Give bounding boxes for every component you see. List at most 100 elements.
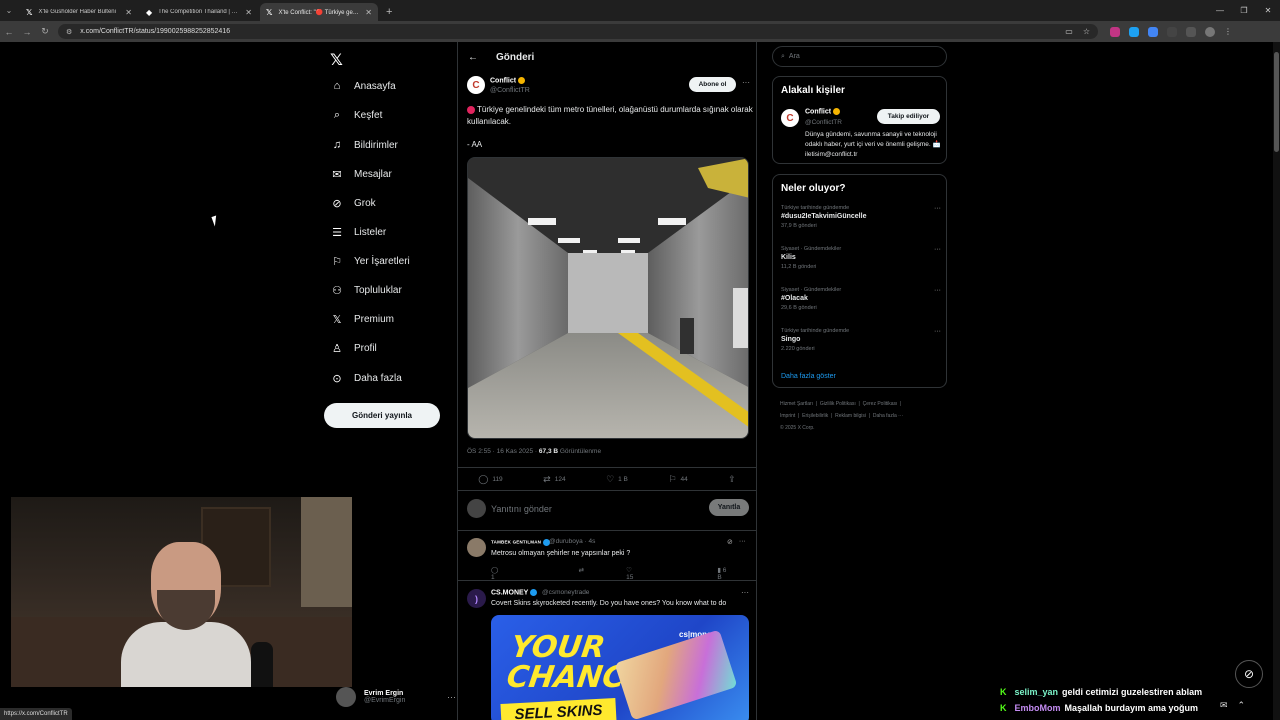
- nav-item-profile[interactable]: ♙ Profil: [330, 342, 377, 355]
- more-dots-icon[interactable]: ···: [739, 538, 746, 546]
- post-button[interactable]: Gönderi yayınla: [324, 403, 440, 428]
- browser-tab-active[interactable]: 𝕏 X'te Conflict: "🔴 Türkiye geneli... ✕: [260, 3, 378, 21]
- kick-logo-icon: K: [1000, 687, 1007, 697]
- more-dots-icon[interactable]: ···: [447, 692, 456, 702]
- promoted-post[interactable]: ) CS.MONEY @csmoneytrade ··· Covert Skin…: [458, 582, 756, 720]
- grok-floating-button[interactable]: ⊘: [1235, 660, 1263, 688]
- reply-post[interactable]: TAMBEK GENTILMAN @duruboya · 4s ⊘ ··· Me…: [458, 531, 756, 581]
- footer-link[interactable]: Çerez Politikası: [863, 401, 898, 407]
- author-name[interactable]: Conflict: [805, 108, 841, 115]
- x-logo-icon: 𝕏: [332, 314, 342, 326]
- like-action[interactable]: ♡ 15: [626, 566, 675, 581]
- tab-close-icon[interactable]: ✕: [245, 8, 252, 17]
- nav-item-more[interactable]: ⊙ Daha fazla: [330, 372, 401, 385]
- site-info-icon[interactable]: ⚙: [66, 28, 72, 36]
- extension-icon[interactable]: [1148, 26, 1158, 37]
- avatar[interactable]: [467, 538, 486, 557]
- chevron-up-icon[interactable]: ⌃: [1238, 700, 1246, 711]
- more-dots-icon[interactable]: ···: [741, 588, 749, 597]
- nav-item-grok[interactable]: ⊘ Grok: [330, 197, 375, 210]
- retweet-action[interactable]: ⇄ 124: [543, 474, 565, 485]
- footer-link[interactable]: Daha fazla ···: [873, 413, 903, 419]
- author-name[interactable]: CS.MONEY: [491, 589, 538, 596]
- conflict-avatar[interactable]: C: [467, 76, 485, 94]
- trend-item[interactable]: Türkiye tarihinde gündemde #dusu2IeTakvi…: [781, 205, 941, 229]
- forward-arrow-icon[interactable]: →: [18, 27, 36, 37]
- footer-link[interactable]: Hizmet Şartları: [780, 401, 813, 407]
- address-bar[interactable]: ⚙ x.com/ConflictTR/status/19900259882528…: [58, 24, 1098, 39]
- nav-item-lists[interactable]: ☰ Listeler: [330, 226, 386, 239]
- browser-tab[interactable]: 𝕏 X'te Gusholder Haber Bülteni ✕: [20, 3, 138, 21]
- nav-item-home[interactable]: ⌂ Anasayfa: [330, 80, 396, 92]
- author-name[interactable]: Conflict: [490, 77, 526, 84]
- nav-item-explore[interactable]: ⌕ Keşfet: [330, 109, 382, 122]
- extension-icon[interactable]: [1110, 26, 1120, 37]
- reload-icon[interactable]: ↻: [36, 26, 54, 37]
- x-favicon-icon: 𝕏: [26, 7, 33, 17]
- puzzle-icon[interactable]: [1186, 26, 1196, 37]
- x-logo-icon[interactable]: 𝕏: [330, 50, 343, 70]
- following-button[interactable]: Takip ediliyor: [877, 109, 940, 124]
- more-dots-icon[interactable]: ···: [934, 205, 941, 212]
- views-action[interactable]: ▮ 6 B: [717, 566, 756, 581]
- new-tab-icon[interactable]: +: [386, 3, 392, 21]
- ad-image[interactable]: YOUR CHANCE cs|money SELL SKINS: [491, 615, 749, 720]
- extension-icon[interactable]: [1167, 26, 1177, 37]
- tab-close-icon[interactable]: ✕: [365, 8, 372, 17]
- tweet-time[interactable]: ÖS 2:55 · 16 Kas 2025 ·: [467, 448, 539, 455]
- footer-link[interactable]: Erişilebilirlik: [802, 413, 828, 419]
- author-handle[interactable]: @duruboya · 4s: [549, 538, 595, 545]
- share-action[interactable]: ⇪: [728, 474, 736, 485]
- maximize-icon[interactable]: ❐: [1232, 0, 1256, 21]
- reply-action[interactable]: ◯ 119: [478, 474, 502, 485]
- tab-search-icon[interactable]: ⌄: [0, 0, 18, 21]
- kebab-menu-icon[interactable]: ⋮: [1224, 27, 1234, 37]
- author-handle[interactable]: @ConflictTR: [490, 87, 530, 94]
- more-dots-icon[interactable]: ···: [742, 78, 750, 87]
- more-dots-icon[interactable]: ···: [934, 328, 941, 335]
- back-arrow-icon[interactable]: ←: [468, 52, 478, 63]
- more-dots-icon[interactable]: ···: [934, 287, 941, 294]
- scrollbar-thumb[interactable]: [1274, 52, 1279, 152]
- nav-item-messages[interactable]: ✉ Mesajlar: [330, 168, 391, 181]
- grok-icon[interactable]: ⊘: [727, 538, 733, 546]
- install-app-icon[interactable]: ▭: [1065, 27, 1073, 36]
- csmoney-avatar[interactable]: ): [467, 589, 486, 608]
- show-more-link[interactable]: Daha fazla göster: [781, 373, 836, 380]
- retweet-action[interactable]: ⇄: [579, 566, 584, 581]
- bookmark-action[interactable]: ⚐ 44: [668, 474, 687, 485]
- author-handle[interactable]: @ConflictTR: [805, 119, 842, 126]
- footer-link[interactable]: Gizlilik Politikası: [820, 401, 856, 407]
- more-dots-icon[interactable]: ···: [934, 246, 941, 253]
- back-arrow-icon[interactable]: ←: [0, 27, 18, 37]
- trend-item[interactable]: Siyaset · Gündemdekiler Kilis 11,2 B gön…: [781, 246, 941, 270]
- account-switcher[interactable]: Evrim Ergin @EvrimErgin ···: [336, 682, 456, 712]
- conflict-avatar[interactable]: C: [781, 109, 799, 127]
- extension-icon[interactable]: [1129, 26, 1139, 37]
- reply-input[interactable]: Yanıtını gönder: [491, 504, 552, 514]
- author-name[interactable]: TAMBEK GENTILMAN: [491, 539, 551, 546]
- author-handle[interactable]: @csmoneytrade: [542, 589, 589, 596]
- like-action[interactable]: ♡ 1 B: [606, 474, 628, 485]
- nav-item-premium[interactable]: 𝕏 Premium: [330, 313, 394, 326]
- subscribe-button[interactable]: Abone ol: [689, 77, 736, 92]
- nav-item-communities[interactable]: ⚇ Topluluklar: [330, 284, 402, 297]
- search-input[interactable]: ⌕ Ara: [772, 46, 947, 67]
- reply-action[interactable]: ◯ 1: [491, 566, 537, 581]
- minimize-icon[interactable]: —: [1208, 0, 1232, 21]
- nav-item-bookmarks[interactable]: ⚐ Yer İşaretleri: [330, 255, 410, 268]
- trend-item[interactable]: Türkiye tarihinde gündemde Singo 2.220 g…: [781, 328, 941, 352]
- reply-button[interactable]: Yanıtla: [709, 499, 749, 516]
- trend-item[interactable]: Siyaset · Gündemdekiler #Olacak 29,6 B g…: [781, 287, 941, 311]
- bookmark-star-icon[interactable]: ☆: [1083, 27, 1090, 36]
- footer-link[interactable]: Imprint: [780, 413, 795, 419]
- profile-icon[interactable]: [1205, 26, 1215, 37]
- tweet-image-metro-tunnel[interactable]: [467, 157, 749, 439]
- page-scrollbar[interactable]: [1273, 42, 1280, 720]
- compose-message-icon[interactable]: ✉: [1220, 700, 1228, 711]
- browser-tab[interactable]: ◆ The Competition Thailand | Mi... ✕: [140, 3, 258, 21]
- tab-close-icon[interactable]: ✕: [125, 8, 132, 17]
- close-window-icon[interactable]: ✕: [1256, 0, 1280, 21]
- nav-item-notifications[interactable]: ♫ Bildirimler: [330, 139, 398, 151]
- footer-link[interactable]: Reklam bilgisi: [835, 413, 866, 419]
